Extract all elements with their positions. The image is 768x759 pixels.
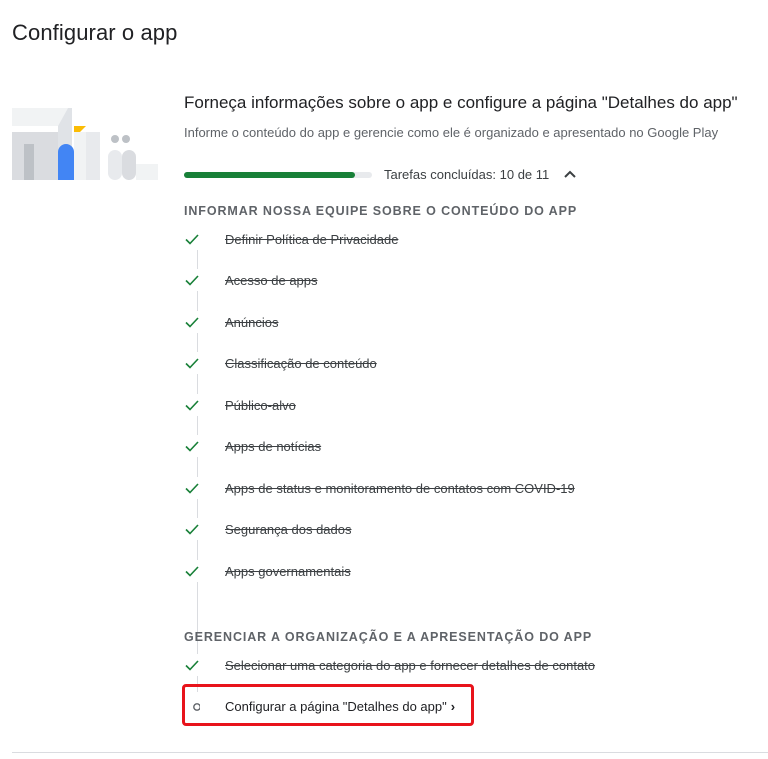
check-icon [184, 228, 210, 250]
task-item[interactable]: Anúncios [184, 311, 278, 333]
divider [12, 752, 768, 753]
highlight-box [182, 684, 474, 726]
task-item[interactable]: Definir Política de Privacidade [184, 228, 398, 250]
task-item[interactable]: Selecionar uma categoria do app e fornec… [184, 654, 595, 676]
check-icon [184, 394, 210, 416]
task-item[interactable]: Público-alvo [184, 394, 296, 416]
check-icon [184, 269, 210, 291]
task-label[interactable]: Acesso de apps [225, 273, 318, 288]
chevron-up-icon[interactable] [562, 166, 578, 182]
task-label[interactable]: Classificação de conteúdo [225, 356, 377, 371]
section-title: Forneça informações sobre o app e config… [184, 93, 738, 112]
progress-label: Tarefas concluídas: 10 de 11 [384, 167, 550, 182]
timeline-line [197, 234, 198, 692]
check-icon [184, 352, 210, 374]
group-heading-presentation: GERENCIAR A ORGANIZAÇÃO E A APRESENTAÇÃO… [184, 630, 593, 644]
task-item[interactable]: Apps de status e monitoramento de contat… [184, 477, 575, 499]
progress-bar [184, 172, 372, 178]
check-icon [184, 477, 210, 499]
task-item[interactable]: Apps de notícias [184, 435, 321, 457]
page-title: Configurar o app [12, 20, 178, 45]
check-icon [184, 311, 210, 333]
task-item[interactable]: Apps governamentais [184, 560, 351, 582]
check-icon [184, 654, 210, 676]
illustration [12, 108, 158, 180]
task-label[interactable]: Público-alvo [225, 398, 296, 413]
check-icon [184, 560, 210, 582]
task-label[interactable]: Segurança dos dados [225, 522, 351, 537]
check-icon [184, 518, 210, 540]
task-label[interactable]: Apps governamentais [225, 564, 351, 579]
progress-fill [184, 172, 355, 178]
check-icon [184, 435, 210, 457]
task-label[interactable]: Apps de notícias [225, 439, 321, 454]
task-label[interactable]: Definir Política de Privacidade [225, 232, 398, 247]
task-label[interactable]: Apps de status e monitoramento de contat… [225, 481, 575, 496]
task-item[interactable]: Acesso de apps [184, 269, 318, 291]
task-item[interactable]: Segurança dos dados [184, 518, 351, 540]
section-subtitle: Informe o conteúdo do app e gerencie com… [184, 125, 719, 140]
task-label[interactable]: Anúncios [225, 315, 278, 330]
task-item[interactable]: Classificação de conteúdo [184, 352, 377, 374]
task-label[interactable]: Selecionar uma categoria do app e fornec… [225, 658, 595, 673]
group-heading-content: INFORMAR NOSSA EQUIPE SOBRE O CONTEÚDO D… [184, 204, 578, 218]
